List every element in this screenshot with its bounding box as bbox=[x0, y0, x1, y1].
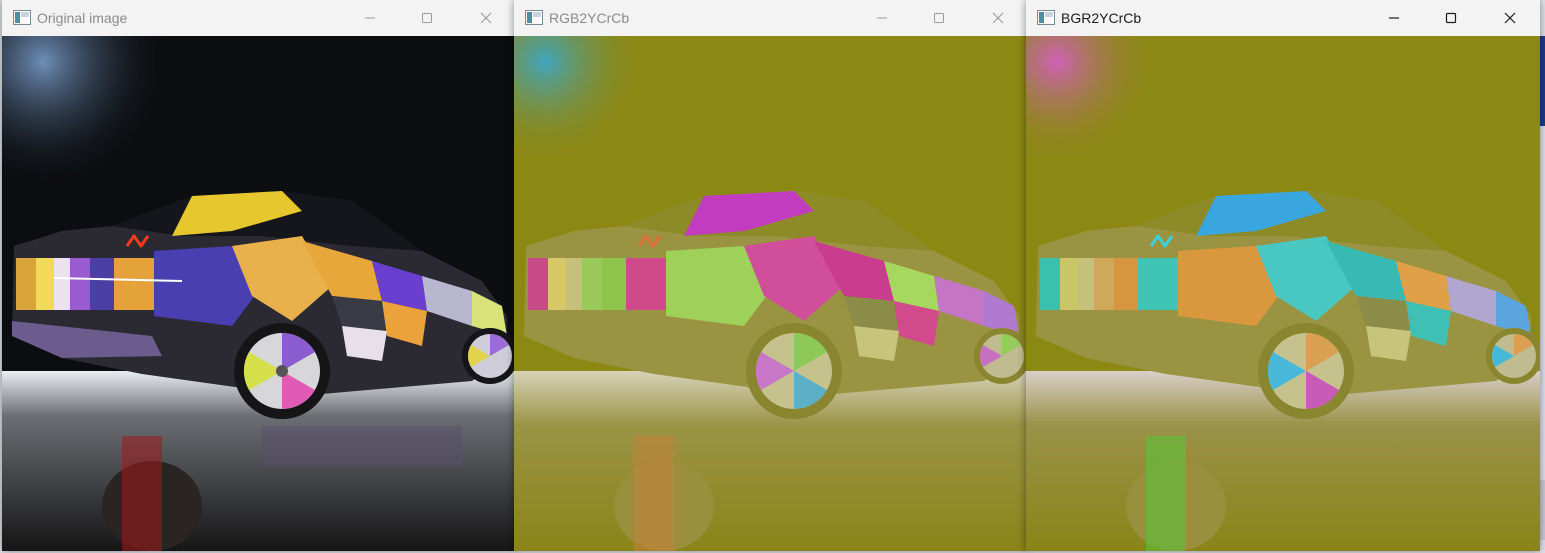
window-bgr2ycrcb[interactable]: BGR2YCrCb bbox=[1026, 0, 1540, 551]
maximize-icon bbox=[422, 13, 432, 23]
desktop-background-edge bbox=[1540, 36, 1545, 126]
title-bar[interactable]: Original image bbox=[2, 0, 516, 36]
window-title: Original image bbox=[37, 10, 128, 26]
title-bar[interactable]: BGR2YCrCb bbox=[1026, 0, 1540, 36]
maximize-icon bbox=[934, 13, 944, 23]
title-bar[interactable]: RGB2YCrCb bbox=[514, 0, 1028, 36]
minimize-button[interactable] bbox=[342, 0, 398, 36]
image-display bbox=[514, 36, 1028, 551]
window-title: RGB2YCrCb bbox=[549, 10, 630, 26]
car-photo-bgr2ycrcb bbox=[1026, 36, 1540, 551]
minimize-icon bbox=[365, 17, 375, 19]
opencv-window-icon bbox=[13, 10, 31, 25]
window-rgb2ycrcb[interactable]: RGB2YCrCb bbox=[514, 0, 1028, 551]
maximize-button[interactable] bbox=[399, 0, 455, 36]
minimize-icon bbox=[1389, 17, 1399, 19]
window-title: BGR2YCrCb bbox=[1061, 10, 1142, 26]
image-display bbox=[2, 36, 516, 551]
opencv-window-icon bbox=[525, 10, 543, 25]
close-icon bbox=[1504, 12, 1516, 24]
close-icon bbox=[992, 12, 1004, 24]
maximize-icon bbox=[1445, 12, 1457, 24]
minimize-button[interactable] bbox=[1366, 0, 1422, 36]
car-photo-rgb2ycrcb bbox=[514, 36, 1028, 551]
close-button[interactable] bbox=[458, 0, 514, 36]
desktop-background-edge bbox=[1540, 480, 1545, 540]
close-button[interactable] bbox=[1482, 0, 1538, 36]
close-button[interactable] bbox=[970, 0, 1026, 36]
close-icon bbox=[480, 12, 492, 24]
window-original-image[interactable]: Original image bbox=[2, 0, 516, 551]
maximize-button[interactable] bbox=[1423, 0, 1479, 36]
maximize-button[interactable] bbox=[911, 0, 967, 36]
minimize-button[interactable] bbox=[854, 0, 910, 36]
minimize-icon bbox=[877, 17, 887, 19]
car-photo-original bbox=[2, 36, 516, 551]
image-display bbox=[1026, 36, 1540, 551]
opencv-window-icon bbox=[1037, 10, 1055, 25]
